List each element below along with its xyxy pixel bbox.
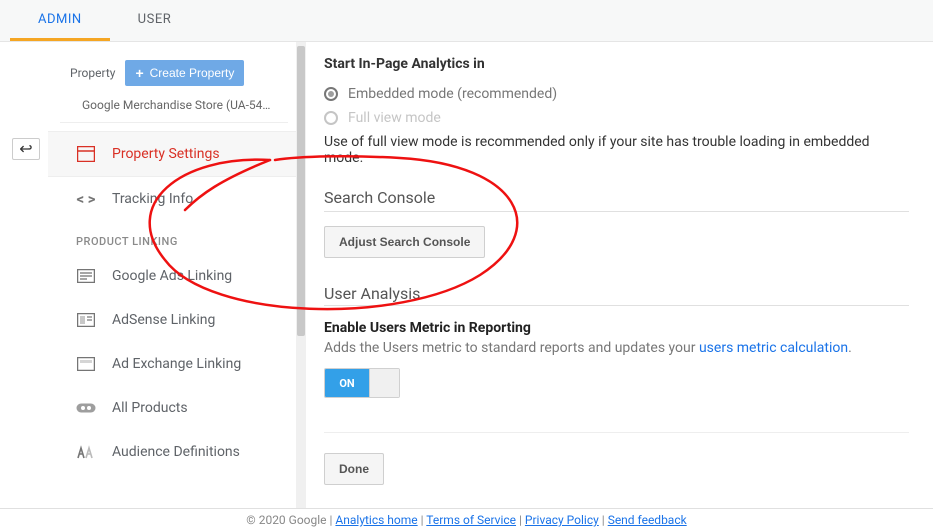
create-property-button[interactable]: + Create Property bbox=[125, 60, 244, 86]
toggle-knob bbox=[369, 369, 399, 397]
link-icon bbox=[76, 398, 96, 418]
sidebar-item-property-settings[interactable]: Property Settings bbox=[48, 131, 296, 177]
plus-icon: + bbox=[135, 65, 143, 81]
period: . bbox=[848, 340, 852, 356]
scrollbar-thumb[interactable] bbox=[297, 46, 305, 336]
divider bbox=[324, 305, 909, 306]
toggle-on-label: ON bbox=[325, 369, 369, 397]
radio-full-view-mode[interactable]: Full view mode bbox=[324, 106, 909, 130]
divider bbox=[324, 211, 909, 212]
radio-icon bbox=[324, 111, 338, 125]
sidebar-item-all-products[interactable]: All Products bbox=[48, 386, 296, 430]
radio-embedded-label: Embedded mode (recommended) bbox=[348, 86, 557, 102]
back-button[interactable]: ↩ bbox=[12, 138, 40, 160]
back-arrow-icon: ↩ bbox=[19, 141, 32, 157]
enable-users-metric-title: Enable Users Metric in Reporting bbox=[324, 320, 909, 336]
code-brackets-icon: < > bbox=[76, 189, 96, 209]
admin-user-tabbar: ADMIN USER bbox=[0, 0, 933, 42]
back-rail: ↩ bbox=[0, 42, 48, 509]
property-label: Property bbox=[70, 66, 115, 80]
sidebar-item-audience-definitions[interactable]: Audience Definitions bbox=[48, 430, 296, 474]
adjust-search-console-button[interactable]: Adjust Search Console bbox=[324, 226, 485, 258]
radio-icon bbox=[324, 87, 338, 101]
property-name-display[interactable]: Google Merchandise Store (UA-545169… bbox=[60, 96, 288, 123]
content-scrollbar[interactable] bbox=[296, 42, 306, 509]
ad-exchange-icon bbox=[76, 354, 96, 374]
user-analysis-heading: User Analysis bbox=[324, 284, 909, 303]
sidebar-item-label: All Products bbox=[112, 400, 188, 416]
tab-admin[interactable]: ADMIN bbox=[10, 0, 110, 41]
sidebar-item-ad-exchange-linking[interactable]: Ad Exchange Linking bbox=[48, 342, 296, 386]
sidebar-item-google-ads-linking[interactable]: Google Ads Linking bbox=[48, 254, 296, 298]
sidebar-item-label: Tracking Info bbox=[112, 191, 193, 207]
users-metric-calculation-link[interactable]: users metric calculation bbox=[699, 340, 848, 356]
sidebar-item-label: AdSense Linking bbox=[112, 312, 215, 328]
fullview-note: Use of full view mode is recommended onl… bbox=[324, 134, 909, 166]
sidebar-section-product-linking: PRODUCT LINKING bbox=[48, 221, 296, 254]
adsense-icon bbox=[76, 310, 96, 330]
radio-embedded-mode[interactable]: Embedded mode (recommended) bbox=[324, 82, 909, 106]
audience-icon bbox=[76, 442, 96, 462]
sidebar-item-label: Audience Definitions bbox=[112, 444, 240, 460]
radio-fullview-label: Full view mode bbox=[348, 110, 441, 126]
tab-user[interactable]: USER bbox=[110, 0, 200, 41]
footer-text: © 2020 Google | Analytics home | Terms o… bbox=[246, 513, 686, 527]
users-metric-toggle[interactable]: ON bbox=[324, 368, 400, 398]
sidebar-item-label: Property Settings bbox=[112, 146, 220, 162]
enable-users-metric-desc: Adds the Users metric to standard report… bbox=[324, 340, 909, 356]
sidebar-item-adsense-linking[interactable]: AdSense Linking bbox=[48, 298, 296, 342]
settings-card-icon bbox=[76, 144, 96, 164]
search-console-heading: Search Console bbox=[324, 188, 909, 207]
done-button[interactable]: Done bbox=[324, 453, 384, 485]
inpage-analytics-title: Start In-Page Analytics in bbox=[324, 56, 909, 72]
ads-card-icon bbox=[76, 266, 96, 286]
sidebar-item-label: Google Ads Linking bbox=[112, 268, 232, 284]
sidebar-item-tracking-info[interactable]: < > Tracking Info bbox=[48, 177, 296, 221]
page-footer: © 2020 Google | Analytics home | Terms o… bbox=[0, 508, 933, 527]
create-property-label: Create Property bbox=[150, 66, 235, 80]
sidebar-item-label: Ad Exchange Linking bbox=[112, 356, 241, 372]
main-content: Start In-Page Analytics in Embedded mode… bbox=[306, 42, 933, 509]
property-sidebar: Property + Create Property Google Mercha… bbox=[48, 42, 296, 509]
